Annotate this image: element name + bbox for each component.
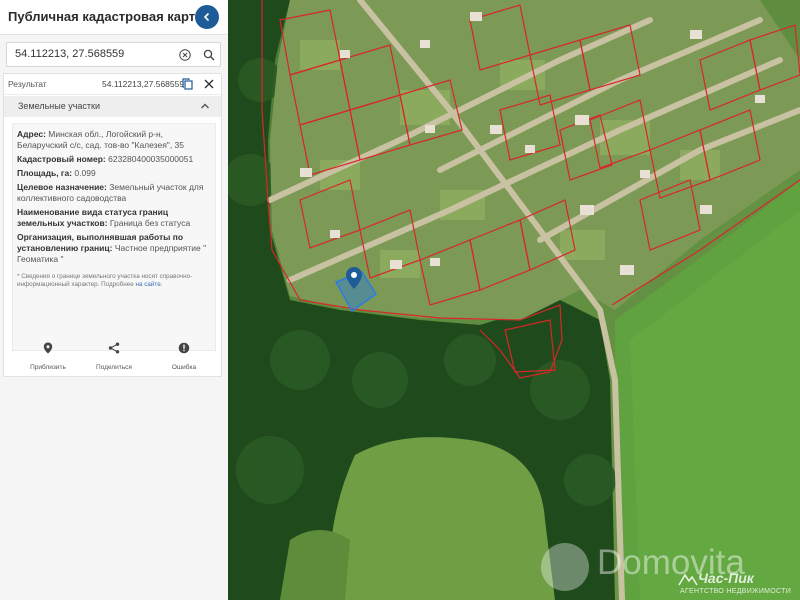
clear-icon	[179, 49, 191, 61]
disclaimer-note: * Сведения о границе земельного участка …	[17, 273, 193, 288]
share-icon	[108, 342, 120, 354]
result-coordinates: 54.112213,27.568559	[102, 79, 185, 89]
field-purpose: Целевое назначение: Земельный участок дл…	[17, 182, 204, 203]
clear-search-button[interactable]	[178, 48, 192, 62]
result-header: Результат 54.112213,27.568559	[4, 74, 221, 95]
share-button[interactable]: Поделиться	[84, 342, 144, 374]
field-area: Площадь, га: 0.099	[17, 168, 96, 178]
result-label: Результат	[8, 79, 47, 89]
chevron-left-icon	[203, 12, 210, 22]
section-title: Земельные участки	[18, 101, 101, 111]
chas-pik-logo	[678, 573, 698, 586]
field-address: Адрес: Минская обл., Логойский р-н, Бела…	[17, 129, 184, 150]
field-boundary-status: Наименование вида статуса границ земельн…	[17, 207, 191, 228]
result-card: Результат 54.112213,27.568559 Земельные …	[3, 73, 222, 377]
close-icon[interactable]	[202, 77, 216, 91]
chas-pik-watermark: Час-Пик АГЕНТСТВО НЕДВИЖИМОСТИ	[678, 570, 792, 595]
domovita-logo	[541, 543, 589, 591]
search-button[interactable]	[202, 48, 216, 62]
search-icon	[203, 49, 215, 61]
panel-header: Публичная кадастровая карта	[0, 0, 228, 35]
page-title: Публичная кадастровая карта	[8, 9, 203, 24]
back-button[interactable]	[195, 5, 219, 29]
land-parcels-section-header[interactable]: Земельные участки	[4, 96, 221, 117]
search-input[interactable]	[15, 48, 175, 60]
error-icon	[178, 342, 190, 354]
side-panel: Публичная кадастровая карта Результат 54…	[0, 0, 228, 600]
parcel-info: Адрес: Минская обл., Логойский р-н, Бела…	[12, 123, 216, 351]
map-location-pin-icon[interactable]	[346, 267, 362, 289]
report-error-button[interactable]: Ошибка	[154, 342, 214, 374]
field-cadastral-number: Кадастровый номер: 623280400035000051	[17, 154, 194, 164]
search-box	[6, 42, 221, 67]
copy-icon[interactable]	[181, 77, 195, 91]
zoom-in-button[interactable]: Приблизить	[18, 342, 78, 374]
location-pin-icon	[43, 342, 53, 354]
field-organization: Организация, выполнявшая работы по устан…	[17, 232, 207, 264]
action-bar: Приблизить Поделиться Ошибка	[4, 336, 221, 376]
chevron-up-icon	[201, 103, 209, 109]
more-info-link[interactable]: на сайте.	[136, 281, 163, 288]
